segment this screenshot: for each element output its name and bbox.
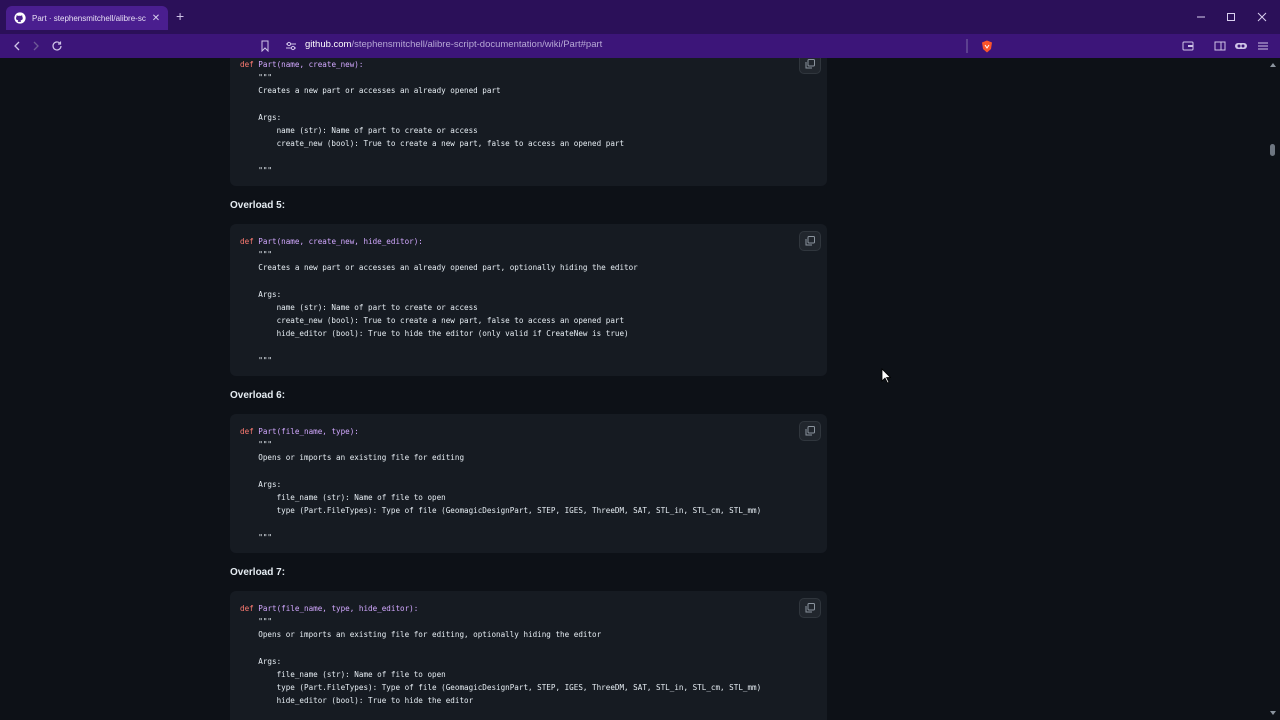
minimize-icon[interactable] <box>1194 10 1208 24</box>
code-text: def Part(name, create_new, hide_editor):… <box>240 235 638 367</box>
code-line: file_name (str): Name of file to open <box>240 670 446 680</box>
copy-icon <box>805 603 815 613</box>
maximize-icon[interactable] <box>1224 10 1238 24</box>
code-signature: Part(name, create_new): <box>258 60 364 69</box>
code-line: Args: <box>240 289 282 299</box>
browser-tab-active[interactable]: Part · stephensmitchell/alibre-sc ✕ <box>6 6 168 30</box>
address-bar[interactable]: github.com/stephensmitchell/alibre-scrip… <box>305 39 602 50</box>
copy-button[interactable] <box>799 58 821 74</box>
browser-titlebar: Part · stephensmitchell/alibre-sc ✕ + <box>0 0 1280 34</box>
url-path: /stephensmitchell/alibre-script-document… <box>351 39 603 50</box>
copy-button[interactable] <box>799 231 821 251</box>
scroll-up-arrow-icon[interactable] <box>1270 63 1276 67</box>
code-line: name (str): Name of part to create or ac… <box>240 303 478 313</box>
overload-heading: Overload 5: <box>230 200 286 211</box>
code-line: """ <box>240 355 273 365</box>
copy-icon <box>805 236 815 246</box>
code-block: def Part(file_name, type): """ Opens or … <box>230 414 827 553</box>
menu-icon[interactable] <box>1255 38 1271 54</box>
code-text: def Part(file_name, type): """ Opens or … <box>240 425 761 544</box>
code-line: Creates a new part or accesses an alread… <box>240 86 501 96</box>
code-line: name (str): Name of part to create or ac… <box>240 126 478 136</box>
copy-button[interactable] <box>799 421 821 441</box>
toolbar-divider <box>966 38 968 54</box>
mouse-cursor-icon <box>881 368 891 384</box>
code-signature: Part(file_name, type): <box>258 427 359 436</box>
code-line: type (Part.FileTypes): Type of file (Geo… <box>240 683 762 693</box>
vpn-icon[interactable] <box>1233 38 1249 54</box>
tab-close-icon[interactable]: ✕ <box>150 13 162 24</box>
copy-button[interactable] <box>799 598 821 618</box>
site-info-icon[interactable] <box>283 38 299 54</box>
code-line: hide_editor (bool): True to hide the edi… <box>240 329 629 339</box>
code-signature: Part(name, create_new, hide_editor): <box>258 237 423 246</box>
new-tab-icon[interactable]: + <box>176 9 184 23</box>
code-signature: Part(file_name, type, hide_editor): <box>258 604 419 613</box>
code-block: def Part(name, create_new, hide_editor):… <box>230 224 827 376</box>
forward-icon[interactable] <box>28 38 44 54</box>
close-window-icon[interactable] <box>1255 10 1269 24</box>
code-keyword: def <box>240 604 254 613</box>
code-line: """ <box>240 73 273 83</box>
code-line: create_new (bool): True to create a new … <box>240 316 625 326</box>
code-line: file_name (str): Name of file to open <box>240 493 446 503</box>
overload-heading: Overload 6: <box>230 390 286 401</box>
code-line: """ <box>240 532 273 542</box>
wiki-page-content: def Part(name, create_new): """ Creates … <box>0 58 1267 720</box>
code-line: """ <box>240 250 273 260</box>
page-scrollbar[interactable] <box>1267 58 1280 720</box>
code-text: def Part(file_name, type, hide_editor): … <box>240 602 761 708</box>
code-line: hide_editor (bool): True to hide the edi… <box>240 696 474 706</box>
code-line: type (Part.FileTypes): Type of file (Geo… <box>240 506 762 516</box>
code-line: """ <box>240 617 273 627</box>
code-text: def Part(name, create_new): """ Creates … <box>240 58 624 177</box>
scrollbar-thumb[interactable] <box>1270 144 1275 156</box>
browser-toolbar: github.com/stephensmitchell/alibre-scrip… <box>0 34 1280 58</box>
code-block: def Part(file_name, type, hide_editor): … <box>230 591 827 720</box>
code-line: Args: <box>240 656 282 666</box>
scroll-down-arrow-icon[interactable] <box>1270 711 1276 715</box>
code-line: Opens or imports an existing file for ed… <box>240 453 465 463</box>
code-line: Args: <box>240 112 282 122</box>
code-line: """ <box>240 440 273 450</box>
code-block: def Part(name, create_new): """ Creates … <box>230 58 827 186</box>
code-line: """ <box>240 165 273 175</box>
overload-heading: Overload 7: <box>230 567 286 578</box>
code-line: Args: <box>240 479 282 489</box>
code-line: create_new (bool): True to create a new … <box>240 139 625 149</box>
sidebar-toggle-icon[interactable] <box>1212 38 1228 54</box>
copy-icon <box>805 59 815 69</box>
code-keyword: def <box>240 427 254 436</box>
bookmark-icon[interactable] <box>257 38 273 54</box>
url-host: github.com <box>305 39 352 50</box>
code-keyword: def <box>240 60 254 69</box>
code-line: Creates a new part or accesses an alread… <box>240 263 638 273</box>
tab-title: Part · stephensmitchell/alibre-sc <box>32 13 146 23</box>
copy-icon <box>805 426 815 436</box>
back-icon[interactable] <box>9 38 25 54</box>
reload-icon[interactable] <box>49 38 65 54</box>
code-line: Opens or imports an existing file for ed… <box>240 630 602 640</box>
github-icon <box>14 12 26 24</box>
wallet-icon[interactable] <box>1180 38 1196 54</box>
brave-shields-icon[interactable] <box>979 38 995 54</box>
code-keyword: def <box>240 237 254 246</box>
